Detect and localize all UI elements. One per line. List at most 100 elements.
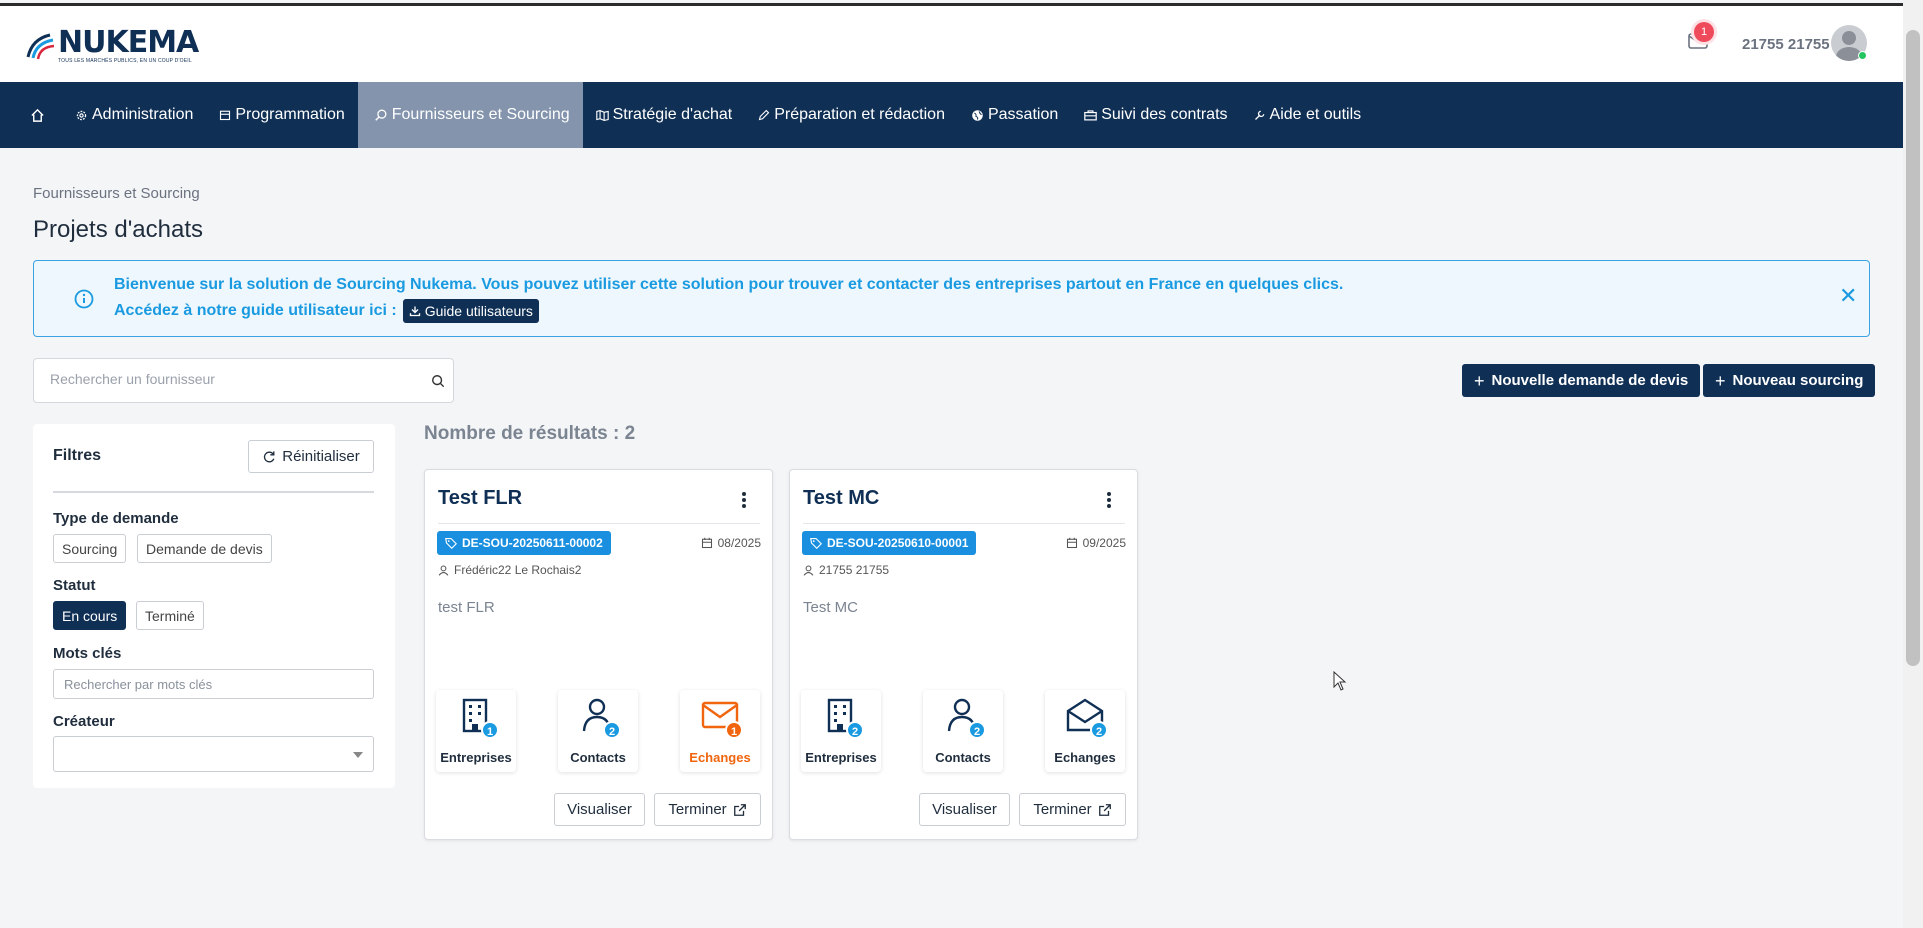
more-options-icon[interactable] xyxy=(742,492,746,510)
status-chip-en-cours[interactable]: En cours xyxy=(53,601,127,630)
divider xyxy=(803,523,1125,524)
tile-label: Contacts xyxy=(570,750,626,765)
plus-icon: + xyxy=(1474,370,1485,391)
more-options-icon[interactable] xyxy=(1107,492,1111,510)
type-chip-sourcing[interactable]: Sourcing xyxy=(53,534,127,563)
button-label: Terminer xyxy=(1033,801,1092,818)
map-icon xyxy=(595,109,609,121)
button-label: Terminer xyxy=(668,801,727,818)
nav-label: Aide et outils xyxy=(1269,106,1362,123)
card-date: 09/2025 xyxy=(1066,536,1126,550)
reset-filters-button[interactable]: Réinitialiser xyxy=(248,440,374,473)
keywords-input[interactable] xyxy=(64,677,364,692)
nukema-logo[interactable]: NUKEMA TOUS LES MARCHÉS PUBLICS, EN UN C… xyxy=(26,25,199,64)
echanges-tile[interactable]: 1 Echanges xyxy=(680,690,760,772)
tile-label: Echanges xyxy=(1054,750,1116,765)
card-date: 08/2025 xyxy=(701,536,761,550)
nav-preparation-redaction[interactable]: Préparation et rédaction xyxy=(745,82,958,148)
nav-home[interactable] xyxy=(0,82,62,148)
guide-utilisateurs-button[interactable]: Guide utilisateurs xyxy=(402,299,539,323)
card-title[interactable]: Test MC xyxy=(803,487,879,510)
tag-icon xyxy=(445,537,457,549)
nav-suivi-contrats[interactable]: Suivi des contrats xyxy=(1071,82,1240,148)
supplier-search xyxy=(33,358,454,403)
wrench-icon xyxy=(1254,110,1264,120)
reference-tag: DE-SOU-20250611-00002 xyxy=(437,531,611,555)
card-creator: Frédéric22 Le Rochais2 xyxy=(438,563,581,577)
card-description: test FLR xyxy=(438,599,495,616)
nav-strategie-achat[interactable]: Stratégie d'achat xyxy=(583,82,746,148)
filters-title: Filtres xyxy=(53,447,102,464)
page-scrollbar-thumb[interactable] xyxy=(1906,30,1920,666)
guide-button-label: Guide utilisateurs xyxy=(424,303,533,319)
refresh-icon xyxy=(264,450,275,462)
search-input[interactable] xyxy=(50,371,410,387)
reference-tag: DE-SOU-20250610-00001 xyxy=(802,531,977,555)
creator-select[interactable] xyxy=(53,736,374,772)
visualiser-button[interactable]: Visualiser xyxy=(554,793,645,826)
project-card[interactable]: Test MC DE-SOU-20250610-00001 09/2025 21… xyxy=(789,469,1138,840)
logo-swoosh-icon xyxy=(26,33,55,60)
nav-label: Préparation et rédaction xyxy=(774,106,945,123)
new-sourcing-button[interactable]: + Nouveau sourcing xyxy=(1703,364,1876,397)
type-chip-demande-devis[interactable]: Demande de devis xyxy=(137,534,272,563)
calendar-icon xyxy=(1066,537,1077,549)
nav-programmation[interactable]: Programmation xyxy=(206,82,357,148)
close-icon[interactable]: ✕ xyxy=(1839,285,1857,307)
contacts-count-badge: 2 xyxy=(968,721,986,739)
new-quote-request-button[interactable]: + Nouvelle demande de devis xyxy=(1462,364,1701,397)
external-link-icon xyxy=(733,803,746,816)
nav-label: Fournisseurs et Sourcing xyxy=(391,106,570,123)
nav-fournisseurs-sourcing[interactable]: Fournisseurs et Sourcing xyxy=(357,82,583,148)
divider xyxy=(53,491,374,493)
terminer-button[interactable]: Terminer xyxy=(1019,793,1126,826)
keywords-filter-label: Mots clés xyxy=(53,645,122,662)
keywords-field xyxy=(53,669,374,699)
reference-label: DE-SOU-20250610-00001 xyxy=(827,536,969,550)
mouse-cursor-icon xyxy=(1333,671,1347,691)
tile-label: Entreprises xyxy=(440,750,512,765)
tile-label: Echanges xyxy=(689,750,751,765)
creator-label: 21755 21755 xyxy=(819,563,890,577)
globe-icon xyxy=(972,109,983,121)
entreprises-tile[interactable]: 1 Entreprises xyxy=(436,690,516,772)
alert-message: Bienvenue sur la solution de Sourcing Nu… xyxy=(114,276,1344,293)
button-label: Visualiser xyxy=(932,801,997,818)
search-icon[interactable] xyxy=(431,374,445,388)
nav-label: Administration xyxy=(92,106,194,123)
breadcrumb[interactable]: Fournisseurs et Sourcing xyxy=(33,185,200,202)
nav-label: Suivi des contrats xyxy=(1101,106,1228,123)
button-label: Nouveau sourcing xyxy=(1732,372,1864,389)
nav-aide-outils[interactable]: Aide et outils xyxy=(1241,82,1375,148)
nav-passation[interactable]: Passation xyxy=(958,82,1071,148)
visualiser-button[interactable]: Visualiser xyxy=(919,793,1010,826)
nav-label: Passation xyxy=(987,106,1059,123)
pencil-icon xyxy=(758,109,770,121)
contacts-tile[interactable]: 2 Contacts xyxy=(923,690,1003,772)
logo-wordmark: NUKEMA xyxy=(58,25,199,60)
user-icon xyxy=(438,565,449,576)
button-label: Visualiser xyxy=(567,801,632,818)
entreprises-tile[interactable]: 2 Entreprises xyxy=(801,690,881,772)
nav-label: Stratégie d'achat xyxy=(612,106,733,123)
nav-label: Programmation xyxy=(235,106,345,123)
tile-label: Contacts xyxy=(935,750,991,765)
user-name[interactable]: 21755 21755 xyxy=(1742,36,1830,53)
card-creator: 21755 21755 xyxy=(803,563,889,577)
main-nav: Administration Programmation Fournisseur… xyxy=(0,82,1903,148)
divider xyxy=(438,523,760,524)
creator-filter-label: Créateur xyxy=(53,713,115,730)
tag-icon xyxy=(810,537,822,549)
calendar-icon xyxy=(701,537,712,549)
filters-panel: Filtres Réinitialiser Type de demande So… xyxy=(33,424,395,788)
status-chip-termine[interactable]: Terminé xyxy=(136,601,204,630)
chevron-down-icon xyxy=(353,752,363,758)
terminer-button[interactable]: Terminer xyxy=(654,793,761,826)
card-title[interactable]: Test FLR xyxy=(438,487,522,510)
reference-label: DE-SOU-20250611-00002 xyxy=(462,536,603,550)
project-card[interactable]: Test FLR DE-SOU-20250611-00002 08/2025 F… xyxy=(424,469,773,840)
type-filter-label: Type de demande xyxy=(53,510,179,527)
echanges-tile[interactable]: 2 Echanges xyxy=(1045,690,1125,772)
contacts-tile[interactable]: 2 Contacts xyxy=(558,690,638,772)
nav-administration[interactable]: Administration xyxy=(62,82,206,148)
